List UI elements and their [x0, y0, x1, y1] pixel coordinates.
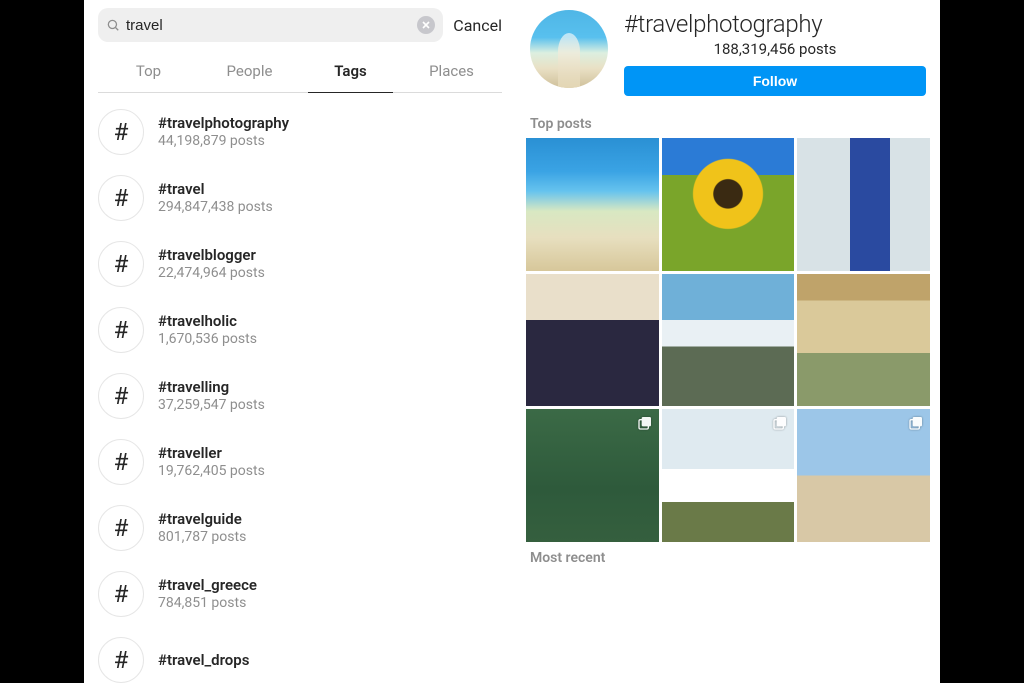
tag-row[interactable]: # #travelling37,259,547 posts — [98, 363, 502, 429]
tab-people[interactable]: People — [199, 52, 300, 92]
hash-icon: # — [98, 637, 144, 683]
hashtag-detail-screen: #travelphotography 188,319,456 posts Fol… — [516, 0, 940, 683]
post-thumbnail[interactable] — [797, 138, 930, 271]
hashtag-title: #travelphotography — [624, 10, 926, 38]
tag-text: #travelguide801,787 posts — [158, 510, 246, 546]
carousel-icon — [637, 415, 653, 431]
tag-row[interactable]: # #travel294,847,438 posts — [98, 165, 502, 231]
hash-icon: # — [98, 439, 144, 485]
carousel-icon — [908, 415, 924, 431]
tag-row[interactable]: # #travelholic1,670,536 posts — [98, 297, 502, 363]
tag-text: #traveller19,762,405 posts — [158, 444, 265, 480]
tag-name: #travel_drops — [158, 651, 249, 669]
hash-icon: # — [98, 175, 144, 221]
tag-row[interactable]: # #travel_drops — [98, 627, 502, 683]
tag-count: 19,762,405 posts — [158, 463, 265, 480]
tag-name: #travel_greece — [158, 576, 257, 594]
most-recent-label: Most recent — [526, 542, 930, 572]
tag-count: 801,787 posts — [158, 529, 246, 546]
tag-row[interactable]: # #travelblogger22,474,964 posts — [98, 231, 502, 297]
letterbox-right — [940, 0, 1024, 683]
tag-list: # #travelphotography44,198,879 posts # #tra… — [98, 99, 502, 683]
hash-icon: # — [98, 373, 144, 419]
tag-row[interactable]: # #traveller19,762,405 posts — [98, 429, 502, 495]
post-thumbnail[interactable] — [526, 409, 659, 542]
hash-icon: # — [98, 241, 144, 287]
tag-text: #travelling37,259,547 posts — [158, 378, 265, 414]
post-thumbnail[interactable] — [662, 138, 795, 271]
post-thumbnail[interactable] — [526, 274, 659, 407]
tag-text: #travelholic1,670,536 posts — [158, 312, 257, 348]
tag-name: #traveller — [158, 444, 265, 462]
cancel-button[interactable]: Cancel — [453, 16, 502, 35]
hashtag-hero-image — [530, 10, 608, 88]
tag-name: #travelblogger — [158, 246, 265, 264]
tag-count: 294,847,438 posts — [158, 199, 273, 216]
tag-text: #travel_drops — [158, 651, 249, 670]
tag-name: #travelling — [158, 378, 265, 396]
tag-name: #travelphotography — [158, 114, 289, 132]
tag-name: #travel — [158, 180, 273, 198]
letterbox-left — [0, 0, 84, 683]
search-icon — [106, 18, 120, 32]
tag-name: #travelholic — [158, 312, 257, 330]
search-screen: Cancel TopPeopleTagsPlaces # #travelphoto… — [84, 0, 516, 683]
follow-button[interactable]: Follow — [624, 66, 926, 96]
top-posts-label: Top posts — [526, 108, 930, 138]
tag-row[interactable]: # #travelguide801,787 posts — [98, 495, 502, 561]
tag-text: #travel294,847,438 posts — [158, 180, 273, 216]
post-thumbnail[interactable] — [797, 409, 930, 542]
tag-name: #travelguide — [158, 510, 246, 528]
search-input[interactable] — [126, 17, 411, 34]
tag-text: #travelphotography44,198,879 posts — [158, 114, 289, 150]
search-row: Cancel — [98, 6, 502, 48]
search-box[interactable] — [98, 8, 443, 42]
tab-top[interactable]: Top — [98, 52, 199, 92]
clear-icon[interactable] — [417, 16, 435, 34]
tab-tags[interactable]: Tags — [300, 52, 401, 92]
tab-places[interactable]: Places — [401, 52, 502, 92]
detail-info: #travelphotography 188,319,456 posts Fol… — [624, 10, 926, 96]
tag-text: #travel_greece784,851 posts — [158, 576, 257, 612]
hashtag-post-count: 188,319,456 posts — [624, 40, 926, 58]
post-thumbnail[interactable] — [797, 274, 930, 407]
tag-count: 22,474,964 posts — [158, 265, 265, 282]
tag-count: 37,259,547 posts — [158, 397, 265, 414]
hash-icon: # — [98, 307, 144, 353]
hash-icon: # — [98, 109, 144, 155]
top-posts-grid — [526, 138, 930, 542]
post-thumbnail[interactable] — [526, 138, 659, 271]
tag-row[interactable]: # #travel_greece784,851 posts — [98, 561, 502, 627]
tag-count: 1,670,536 posts — [158, 331, 257, 348]
post-thumbnail[interactable] — [662, 274, 795, 407]
detail-header: #travelphotography 188,319,456 posts Fol… — [526, 6, 930, 108]
carousel-icon — [772, 415, 788, 431]
post-thumbnail[interactable] — [662, 409, 795, 542]
tag-row[interactable]: # #travelphotography44,198,879 posts — [98, 99, 502, 165]
tag-count: 44,198,879 posts — [158, 133, 289, 150]
search-tabs: TopPeopleTagsPlaces — [98, 52, 502, 93]
hash-icon: # — [98, 505, 144, 551]
tag-count: 784,851 posts — [158, 595, 257, 612]
tag-text: #travelblogger22,474,964 posts — [158, 246, 265, 282]
hash-icon: # — [98, 571, 144, 617]
